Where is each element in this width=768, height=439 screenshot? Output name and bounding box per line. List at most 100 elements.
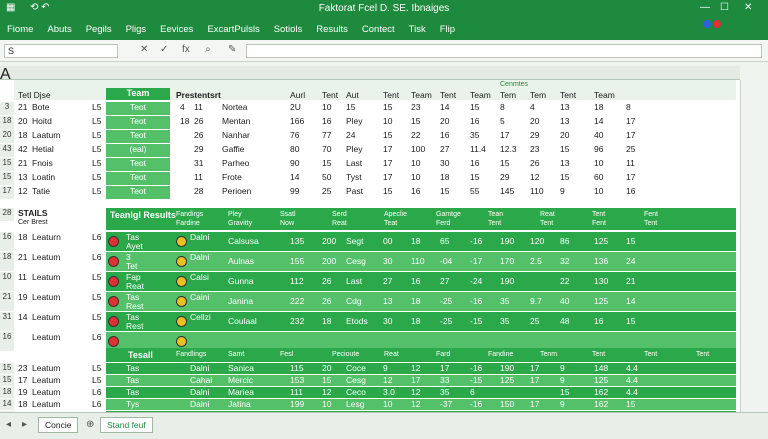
cell-value: 15: [560, 144, 570, 154]
search-icon[interactable]: ⌕: [205, 44, 211, 55]
tab-prev-icon[interactable]: ◂: [6, 419, 11, 430]
edit-icon[interactable]: ✎: [228, 44, 236, 55]
notification-icon[interactable]: [713, 20, 721, 28]
cell-f: 29: [194, 144, 204, 154]
vertical-scrollbar[interactable]: [740, 80, 768, 412]
cell-code: L5: [92, 375, 102, 385]
row-number: 3: [0, 102, 14, 115]
menu-sotiols[interactable]: Sotiols: [267, 22, 310, 38]
cell-value: 20: [530, 116, 540, 126]
cell-value: 9: [560, 186, 565, 196]
cell-value: 20: [322, 363, 332, 373]
cell-name: Leatum: [32, 272, 61, 282]
cell-value: 12: [411, 399, 421, 409]
menu-flip[interactable]: Flip: [433, 22, 462, 38]
cell-team[interactable]: Teot: [106, 116, 170, 129]
header-col: Tent: [644, 351, 658, 358]
menu-results[interactable]: Results: [309, 22, 355, 38]
cell-value: 16: [470, 158, 480, 168]
confirm-icon[interactable]: ✓: [160, 44, 168, 55]
name-box[interactable]: S: [4, 44, 118, 58]
close-button[interactable]: ✕: [744, 2, 752, 13]
cell-value: -15: [470, 316, 483, 326]
team-logo-icon: [108, 276, 119, 287]
row-number: 20: [0, 130, 14, 143]
sheet-grid[interactable]: Cenmtes Tetl Djse Team Prestentsrt Aurl Tent A…: [0, 80, 740, 422]
tab-next-icon[interactable]: ▸: [22, 419, 27, 430]
cell-code: L6: [92, 387, 102, 397]
cell-value: 15: [560, 172, 570, 182]
cell-value: 190: [500, 236, 515, 246]
maximize-button[interactable]: ☐: [720, 2, 729, 13]
cell-value: 145: [500, 186, 515, 196]
cell-a: 42: [18, 144, 28, 154]
cell-value: 35: [500, 316, 510, 326]
cell-value: 14: [626, 296, 636, 306]
cell-value: 10: [411, 172, 421, 182]
cell-a: 13: [18, 172, 28, 182]
cell-value: 190: [500, 363, 515, 373]
header-col: Ferd: [436, 220, 451, 227]
player-logo-icon: [176, 256, 187, 267]
account-icon[interactable]: [703, 20, 711, 28]
header-col: Tem: [500, 90, 517, 100]
formula-bar[interactable]: [246, 44, 762, 58]
cell-name: Leaturn: [32, 232, 61, 242]
cell-team[interactable]: (eal): [106, 144, 170, 157]
menu-fiome[interactable]: Fiome: [0, 22, 40, 38]
cell-value: 35: [500, 296, 510, 306]
cell-value: -16: [470, 399, 483, 409]
team-logo-icon: [108, 336, 119, 347]
cell-code: L6: [92, 332, 102, 342]
tab-concie[interactable]: Concie: [38, 417, 79, 433]
cell-value: 27: [440, 144, 450, 154]
cell-a: 23: [18, 363, 28, 373]
header-col: Fandlings: [176, 351, 207, 358]
header-col: Pecioute: [332, 351, 360, 358]
cell-name: Leatum: [32, 332, 61, 342]
cell-team[interactable]: Teot: [106, 158, 170, 171]
cell-team[interactable]: Teot: [106, 186, 170, 199]
cell-value: 86: [560, 236, 570, 246]
cell-who: Dalni: [190, 399, 210, 409]
minimize-button[interactable]: —: [700, 2, 710, 13]
cell-player: Perioen: [222, 186, 252, 196]
cancel-icon[interactable]: ✕: [140, 44, 148, 55]
cell-team[interactable]: Teot: [106, 130, 170, 143]
menu-excartpulsls[interactable]: ExcartPulsls: [200, 22, 266, 38]
menu-abuts[interactable]: Abuts: [40, 22, 78, 38]
add-sheet-icon[interactable]: ⊕: [86, 419, 94, 430]
cell-team[interactable]: Teot: [106, 172, 170, 185]
menu-tisk[interactable]: Tisk: [402, 22, 433, 38]
cell-code: L6: [92, 399, 102, 409]
section-label: STAILS: [18, 208, 48, 218]
header-col: Fent: [592, 220, 607, 227]
cell-code: L5: [92, 144, 102, 154]
cell-team[interactable]: Teot: [106, 102, 170, 115]
menu-pegils[interactable]: Pegils: [79, 22, 119, 38]
menu-eevices[interactable]: Eevices: [153, 22, 200, 38]
cell-name: Loatin: [32, 172, 56, 182]
cell-value: 70: [322, 144, 332, 154]
menu-contect[interactable]: Contect: [355, 22, 402, 38]
fx-icon[interactable]: fx: [182, 44, 190, 55]
tab-stand-feuf[interactable]: Stand feuf: [100, 417, 153, 433]
cell-value: 112: [290, 276, 304, 286]
cell-value: 4.4: [626, 387, 638, 397]
ribbon-tabs: Fiome Abuts Pegils Pligs Eevices ExcartPulsls…: [0, 22, 462, 38]
cell-value: 17: [383, 172, 393, 182]
cell-value: 200: [322, 236, 337, 246]
cell-value: 23: [411, 102, 421, 112]
cell-value: 120: [530, 236, 545, 246]
cell-value: 23: [530, 144, 540, 154]
cell-name: Leatum: [32, 292, 61, 302]
cell-value: 32: [560, 256, 570, 266]
cell-player: Frote: [222, 172, 242, 182]
cell-code: L5: [92, 292, 102, 302]
cell-value: 4.4: [626, 363, 638, 373]
cell-name: Leatum: [32, 387, 61, 397]
cell-value: 15: [322, 158, 332, 168]
menu-pligs[interactable]: Pligs: [119, 22, 154, 38]
cell-value: 135: [290, 236, 305, 246]
row-number: 16: [0, 232, 14, 251]
